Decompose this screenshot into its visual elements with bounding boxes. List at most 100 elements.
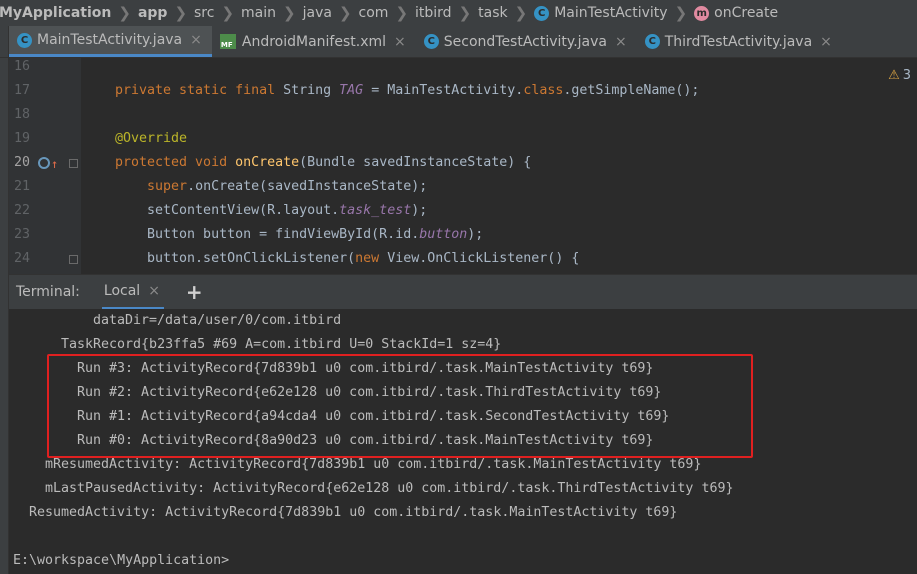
chevron-right-icon: ❯ [395,4,409,22]
code-token: setContentView(R.layout. [115,203,340,218]
code-token: = MainTestActivity. [363,83,524,98]
breadcrumb-label: app [137,5,168,21]
editor-tab-label: ThirdTestActivity.java [664,33,813,50]
method-icon: m [694,5,710,21]
breadcrumb-item[interactable]: main ❯ [241,4,303,22]
editor-tab-label: MainTestActivity.java [37,32,183,48]
terminal-line: Run #0: ActivityRecord{8a90d23 u0 com.it… [77,433,654,448]
code-token: @Override [115,131,188,146]
breadcrumb-item[interactable]: itbird ❯ [415,4,478,22]
breadcrumb-item[interactable]: com ❯ [359,4,415,22]
breadcrumb-item[interactable]: C MainTestActivity ❯ [534,4,694,22]
code-token: Button button = findViewById(R.id. [115,227,420,242]
line-number: 24 [13,251,30,266]
close-icon[interactable]: × [148,283,160,299]
code-editor[interactable]: ⚠ 3 16 17 private static final String TAG =… [9,58,917,274]
code-text: private static final String TAG = MainTe… [115,79,699,103]
code-text: setContentView(R.layout.task_test); [115,199,427,223]
breadcrumb-item[interactable]: m onCreate [694,5,778,21]
breadcrumb-label: java [302,5,332,21]
code-token: ); [411,203,428,218]
chevron-right-icon: ❯ [283,4,296,22]
breadcrumb-label: com [358,5,389,21]
code-line: 23 Button button = findViewById(R.id.but… [9,223,917,247]
code-line: 18 [9,103,917,127]
code-token: .getSimpleName(); [563,83,700,98]
breadcrumb-label: main [241,5,277,21]
editor-tab[interactable]: MF AndroidManifest.xml × [212,26,416,57]
breadcrumb-label: MainTestActivity [554,5,668,21]
editor-tab[interactable]: C SecondTestActivity.java × [416,26,637,57]
breadcrumb: MyApplication ❯ app ❯ src ❯ main ❯ java ❯ com ❯ itbi… [0,0,917,26]
breadcrumb-item[interactable]: java ❯ [303,4,359,22]
line-number: 23 [13,227,30,242]
class-icon: C [17,32,32,48]
code-line: 20 protected void onCreate(Bundle savedIn… [9,151,917,175]
chevron-right-icon: ❯ [674,4,688,22]
class-icon: C [423,34,439,49]
line-number: 16 [13,59,30,74]
code-token: .onCreate(savedInstanceState); [187,179,428,194]
breadcrumb-item[interactable]: app ❯ [138,4,194,22]
terminal-line: E:\workspace\MyApplication> [13,553,230,568]
close-icon[interactable]: × [820,34,832,50]
close-icon[interactable]: × [615,34,627,50]
editor-tab[interactable]: C ThirdTestActivity.java × [637,26,842,57]
terminal-line: Run #3: ActivityRecord{7d839b1 u0 com.it… [77,361,654,376]
fold-marker-icon[interactable] [69,255,78,264]
code-token: protected void [115,155,236,170]
terminal-line: mLastPausedActivity: ActivityRecord{e62e… [45,481,734,496]
terminal-title: Terminal: [16,284,80,300]
line-number: 17 [13,83,30,98]
code-text: super.onCreate(savedInstanceState); [115,175,427,199]
override-arrow-icon: ↑ [51,157,59,171]
class-icon: C [534,5,550,21]
terminal-output[interactable]: dataDir=/data/user/0/com.itbird TaskRecor… [9,309,917,574]
close-icon[interactable]: × [394,34,406,50]
class-icon: C [644,34,660,49]
code-token: new [355,251,388,266]
override-method-icon[interactable] [38,157,50,169]
code-token: super [147,179,188,194]
code-text: protected void onCreate(Bundle savedInst… [115,151,531,175]
terminal-header: Terminal: Local × + [9,274,917,310]
line-number: 21 [13,179,30,194]
terminal-line: TaskRecord{b23ffa5 #69 A=com.itbird U=0 … [61,337,502,352]
breadcrumb-label: itbird [415,5,452,21]
line-number: 20 [13,155,30,170]
code-token: class [523,83,564,98]
code-token: button.setOnClickListener( [115,251,356,266]
breadcrumb-item[interactable]: src ❯ [194,4,241,22]
left-tool-strip[interactable] [0,58,9,574]
editor-tab-label: SecondTestActivity.java [443,33,607,50]
line-number: 18 [13,107,30,122]
close-icon[interactable]: × [190,32,202,48]
breadcrumb-item[interactable]: task ❯ [478,4,534,22]
terminal-line: ResumedActivity: ActivityRecord{7d839b1 … [29,505,678,520]
fold-marker-icon[interactable] [69,159,78,168]
terminal-line: mResumedActivity: ActivityRecord{7d839b1… [45,457,702,472]
chevron-right-icon: ❯ [458,4,472,22]
breadcrumb-label: task [478,5,508,21]
code-line: 21 super.onCreate(savedInstanceState); [9,175,917,199]
code-token: task_test [339,203,412,218]
editor-tab[interactable]: C MainTestActivity.java × [9,26,212,57]
chevron-right-icon: ❯ [514,4,528,22]
chevron-right-icon: ❯ [118,4,131,22]
code-line: 24 button.setOnClickListener(new View.On… [9,247,917,271]
code-text: Button button = findViewById(R.id.button… [115,223,483,247]
left-tool-strip-top [0,26,9,57]
terminal-tab-local[interactable]: Local × [101,275,164,310]
code-line: 19 @Override [9,127,917,151]
terminal-line: Run #2: ActivityRecord{e62e128 u0 com.it… [77,385,662,400]
code-token: button [419,227,468,242]
new-terminal-button[interactable]: + [186,280,203,304]
terminal-tab-label: Local [103,282,141,299]
terminal-line: Run #1: ActivityRecord{a94cda4 u0 com.it… [77,409,670,424]
code-token: String [283,83,340,98]
code-text: @Override [115,127,187,151]
breadcrumb-item[interactable]: MyApplication ❯ [0,4,138,22]
code-token: View.OnClickListener() { [387,251,580,266]
code-token: onCreate [235,155,300,170]
chevron-right-icon: ❯ [221,4,235,22]
